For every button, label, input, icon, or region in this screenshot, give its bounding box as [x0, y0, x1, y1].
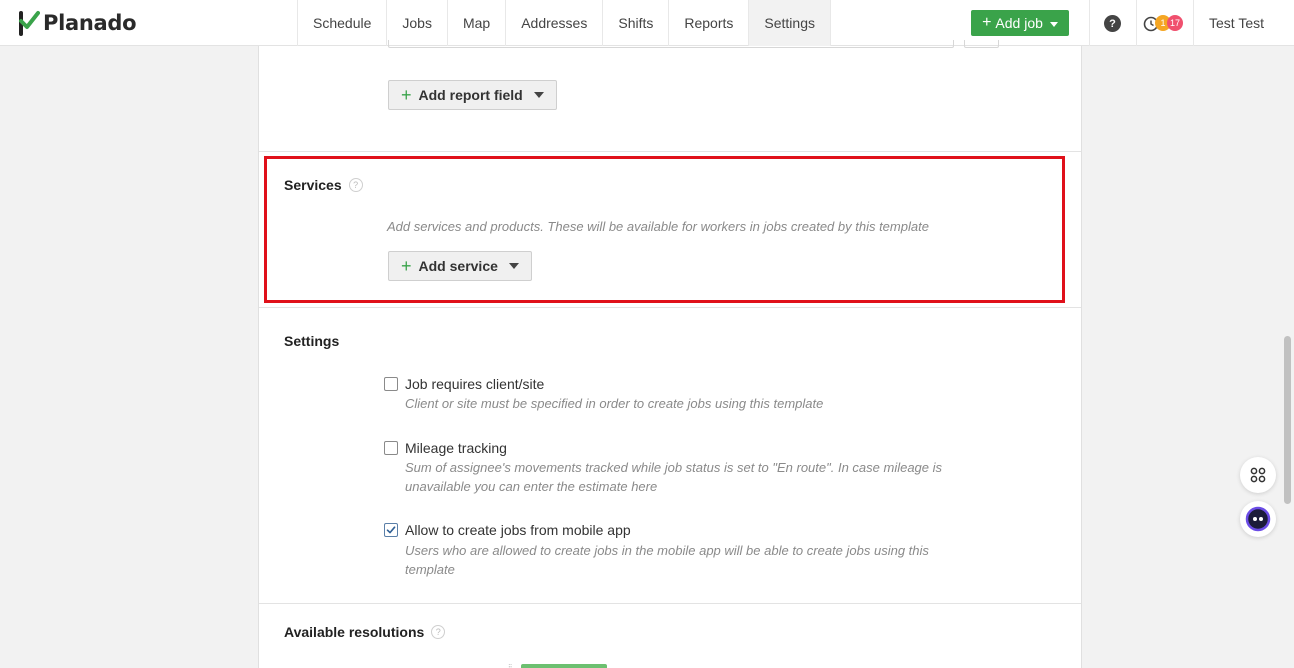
- section-divider: [259, 151, 1081, 152]
- option-mileage-tracking[interactable]: Mileage tracking: [384, 440, 507, 456]
- option-label: Job requires client/site: [405, 376, 545, 392]
- planado-logo[interactable]: Planado: [18, 9, 137, 37]
- assistant-button[interactable]: [1240, 501, 1276, 537]
- add-job-button[interactable]: + Add job: [971, 10, 1069, 36]
- resolutions-section-title: Available resolutions ?: [284, 624, 446, 640]
- option-hint: Users who are allowed to create jobs in …: [405, 543, 929, 577]
- add-report-field-button[interactable]: + Add report field: [388, 80, 557, 110]
- checkbox-allow-mobile-jobs[interactable]: [384, 523, 398, 537]
- nav-schedule[interactable]: Schedule: [297, 0, 386, 46]
- apps-button[interactable]: [1240, 457, 1276, 493]
- header-separator: [1193, 0, 1194, 46]
- apps-grid-icon: [1250, 467, 1266, 483]
- settings-title: Settings: [284, 333, 340, 349]
- drag-handle-icon[interactable]: ⠿: [508, 664, 512, 668]
- option-job-requires-client[interactable]: Job requires client/site: [384, 376, 544, 392]
- help-circle-icon[interactable]: ?: [431, 625, 446, 639]
- help-icon[interactable]: ?: [1104, 15, 1121, 32]
- resolution-tag[interactable]: [521, 664, 607, 668]
- option-allow-mobile-jobs[interactable]: Allow to create jobs from mobile app: [384, 522, 631, 538]
- caret-down-icon: [1049, 21, 1058, 27]
- report-field-side-button[interactable]: [964, 40, 999, 48]
- notifications[interactable]: 1 17: [1143, 14, 1189, 32]
- resolutions-title: Available resolutions: [284, 624, 425, 640]
- add-job-label: Add job: [995, 15, 1043, 31]
- add-report-field-label: Add report field: [418, 87, 523, 103]
- caret-down-icon: [533, 92, 544, 98]
- option-hint: Sum of assignee's movements tracked whil…: [405, 460, 943, 494]
- settings-section-title: Settings: [284, 333, 339, 349]
- checkmark-icon: [386, 526, 396, 534]
- section-divider: [259, 603, 1081, 604]
- brand-name: Planado: [43, 11, 137, 35]
- header-separator: [1136, 0, 1137, 46]
- header-separator: [1089, 0, 1090, 46]
- section-divider: [259, 307, 1081, 308]
- checkbox-job-requires-client[interactable]: [384, 377, 398, 391]
- assistant-face-icon: [1245, 506, 1271, 532]
- report-field-input[interactable]: [388, 40, 954, 48]
- checkbox-mileage-tracking[interactable]: [384, 441, 398, 455]
- services-highlight-box: [264, 156, 1065, 303]
- template-settings-panel: + Add report field Services ? Add servic…: [258, 40, 1082, 668]
- option-label: Allow to create jobs from mobile app: [405, 522, 631, 538]
- planado-logo-icon: [19, 11, 40, 36]
- scrollbar-thumb[interactable]: [1284, 336, 1291, 504]
- badge-red: 17: [1167, 15, 1184, 31]
- page-scrollbar[interactable]: [1281, 46, 1294, 668]
- plus-icon: +: [401, 85, 412, 105]
- option-hint: Client or site must be specified in orde…: [405, 396, 824, 411]
- plus-icon: +: [982, 14, 992, 31]
- option-label: Mileage tracking: [405, 440, 507, 456]
- user-menu[interactable]: Test Test: [1209, 15, 1264, 31]
